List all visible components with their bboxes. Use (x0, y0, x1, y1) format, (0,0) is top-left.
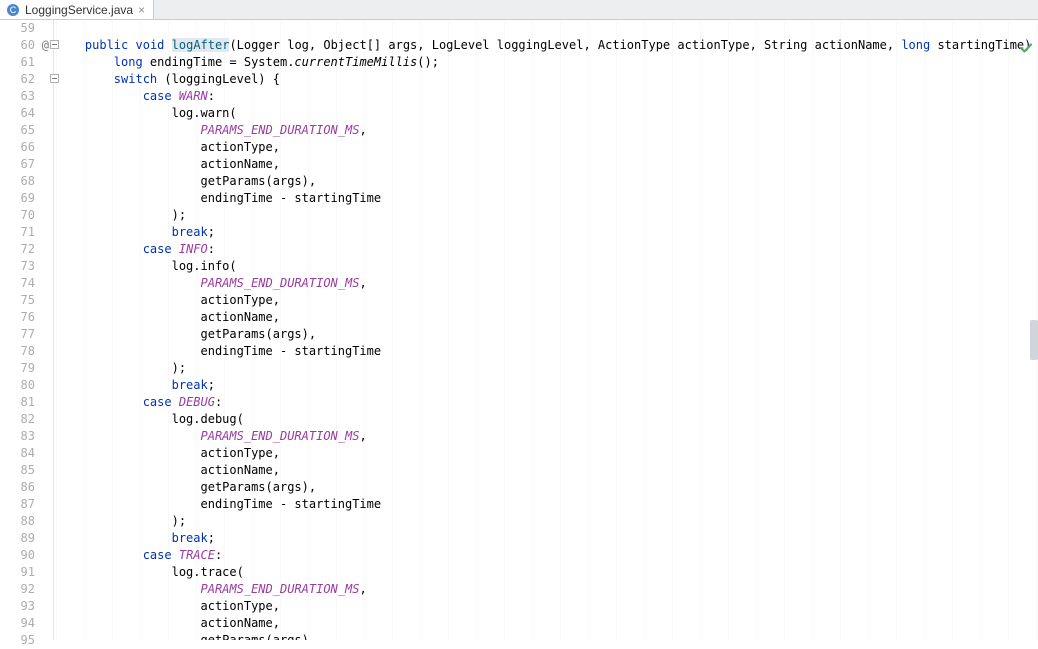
line-number: 76 (0, 309, 35, 326)
code-line[interactable]: log.info( (56, 258, 1038, 275)
code-line[interactable]: actionName, (56, 615, 1038, 632)
line-number: 90 (0, 547, 35, 564)
code-line[interactable]: case INFO: (56, 241, 1038, 258)
code-line[interactable]: endingTime - startingTime (56, 343, 1038, 360)
line-number: 72 (0, 241, 35, 258)
code-line[interactable]: ); (56, 207, 1038, 224)
line-number: 93 (0, 598, 35, 615)
tab-filename: LoggingService.java (25, 3, 133, 17)
fold-column (54, 20, 62, 640)
line-number-gutter: @ 59606162636465666768697071727374757677… (0, 20, 54, 640)
code-line[interactable]: actionName, (56, 156, 1038, 173)
line-number: 92 (0, 581, 35, 598)
override-gutter-icon[interactable]: @ (42, 37, 49, 54)
line-number: 59 (0, 20, 35, 37)
code-line[interactable]: endingTime - startingTime (56, 496, 1038, 513)
line-number: 68 (0, 173, 35, 190)
line-number: 84 (0, 445, 35, 462)
code-line[interactable]: PARAMS_END_DURATION_MS, (56, 428, 1038, 445)
line-number: 75 (0, 292, 35, 309)
line-number: 78 (0, 343, 35, 360)
code-line[interactable]: getParams(args), (56, 173, 1038, 190)
tab-bar: C LoggingService.java × (0, 0, 1038, 20)
line-number: 94 (0, 615, 35, 632)
line-number: 61 (0, 54, 35, 71)
line-number: 91 (0, 564, 35, 581)
fold-toggle-icon[interactable] (50, 40, 59, 49)
editor-tab[interactable]: C LoggingService.java × (0, 0, 154, 19)
inspection-ok-icon[interactable] (1020, 42, 1032, 54)
code-line[interactable]: break; (56, 377, 1038, 394)
code-line[interactable]: actionType, (56, 445, 1038, 462)
code-line[interactable]: actionType, (56, 292, 1038, 309)
code-line[interactable]: actionName, (56, 309, 1038, 326)
code-line[interactable]: PARAMS_END_DURATION_MS, (56, 122, 1038, 139)
line-number: 66 (0, 139, 35, 156)
code-line[interactable]: log.trace( (56, 564, 1038, 581)
code-line[interactable]: ); (56, 513, 1038, 530)
code-line[interactable]: PARAMS_END_DURATION_MS, (56, 581, 1038, 598)
line-number: 89 (0, 530, 35, 547)
close-icon[interactable]: × (138, 4, 145, 16)
line-number: 69 (0, 190, 35, 207)
svg-text:C: C (10, 5, 17, 15)
line-number: 67 (0, 156, 35, 173)
code-line[interactable] (56, 20, 1038, 37)
line-number: 71 (0, 224, 35, 241)
code-line[interactable]: log.debug( (56, 411, 1038, 428)
code-line[interactable]: log.warn( (56, 105, 1038, 122)
line-number: 70 (0, 207, 35, 224)
line-number: 64 (0, 105, 35, 122)
code-line[interactable]: switch (loggingLevel) { (56, 71, 1038, 88)
code-editor[interactable]: @ 59606162636465666768697071727374757677… (0, 20, 1038, 640)
line-number: 82 (0, 411, 35, 428)
scrollbar-thumb[interactable] (1030, 320, 1038, 360)
code-line[interactable]: getParams(args), (56, 326, 1038, 343)
code-line[interactable]: long endingTime = System.currentTimeMill… (56, 54, 1038, 71)
code-area[interactable]: public void logAfter(Logger log, Object[… (54, 20, 1038, 640)
line-number: 73 (0, 258, 35, 275)
java-class-icon: C (6, 3, 20, 17)
code-line[interactable]: ); (56, 360, 1038, 377)
line-number: 88 (0, 513, 35, 530)
line-number: 63 (0, 88, 35, 105)
code-line[interactable]: actionType, (56, 139, 1038, 156)
code-line[interactable]: public void logAfter(Logger log, Object[… (56, 37, 1038, 54)
code-line[interactable]: actionType, (56, 598, 1038, 615)
fold-toggle-icon[interactable] (50, 74, 59, 83)
line-number: 79 (0, 360, 35, 377)
code-line[interactable]: break; (56, 224, 1038, 241)
line-number: 87 (0, 496, 35, 513)
code-line[interactable]: break; (56, 530, 1038, 547)
code-line[interactable]: actionName, (56, 462, 1038, 479)
line-number: 80 (0, 377, 35, 394)
line-number: 60 (0, 37, 35, 54)
line-number: 95 (0, 632, 35, 649)
code-line[interactable]: case DEBUG: (56, 394, 1038, 411)
line-number: 77 (0, 326, 35, 343)
line-number: 62 (0, 71, 35, 88)
line-number: 83 (0, 428, 35, 445)
line-number: 85 (0, 462, 35, 479)
code-line[interactable]: case TRACE: (56, 547, 1038, 564)
line-number: 74 (0, 275, 35, 292)
code-line[interactable]: case WARN: (56, 88, 1038, 105)
line-number: 81 (0, 394, 35, 411)
line-number: 86 (0, 479, 35, 496)
code-line[interactable]: getParams(args) (56, 632, 1038, 640)
code-line[interactable]: endingTime - startingTime (56, 190, 1038, 207)
code-line[interactable]: getParams(args), (56, 479, 1038, 496)
line-number: 65 (0, 122, 35, 139)
code-line[interactable]: PARAMS_END_DURATION_MS, (56, 275, 1038, 292)
